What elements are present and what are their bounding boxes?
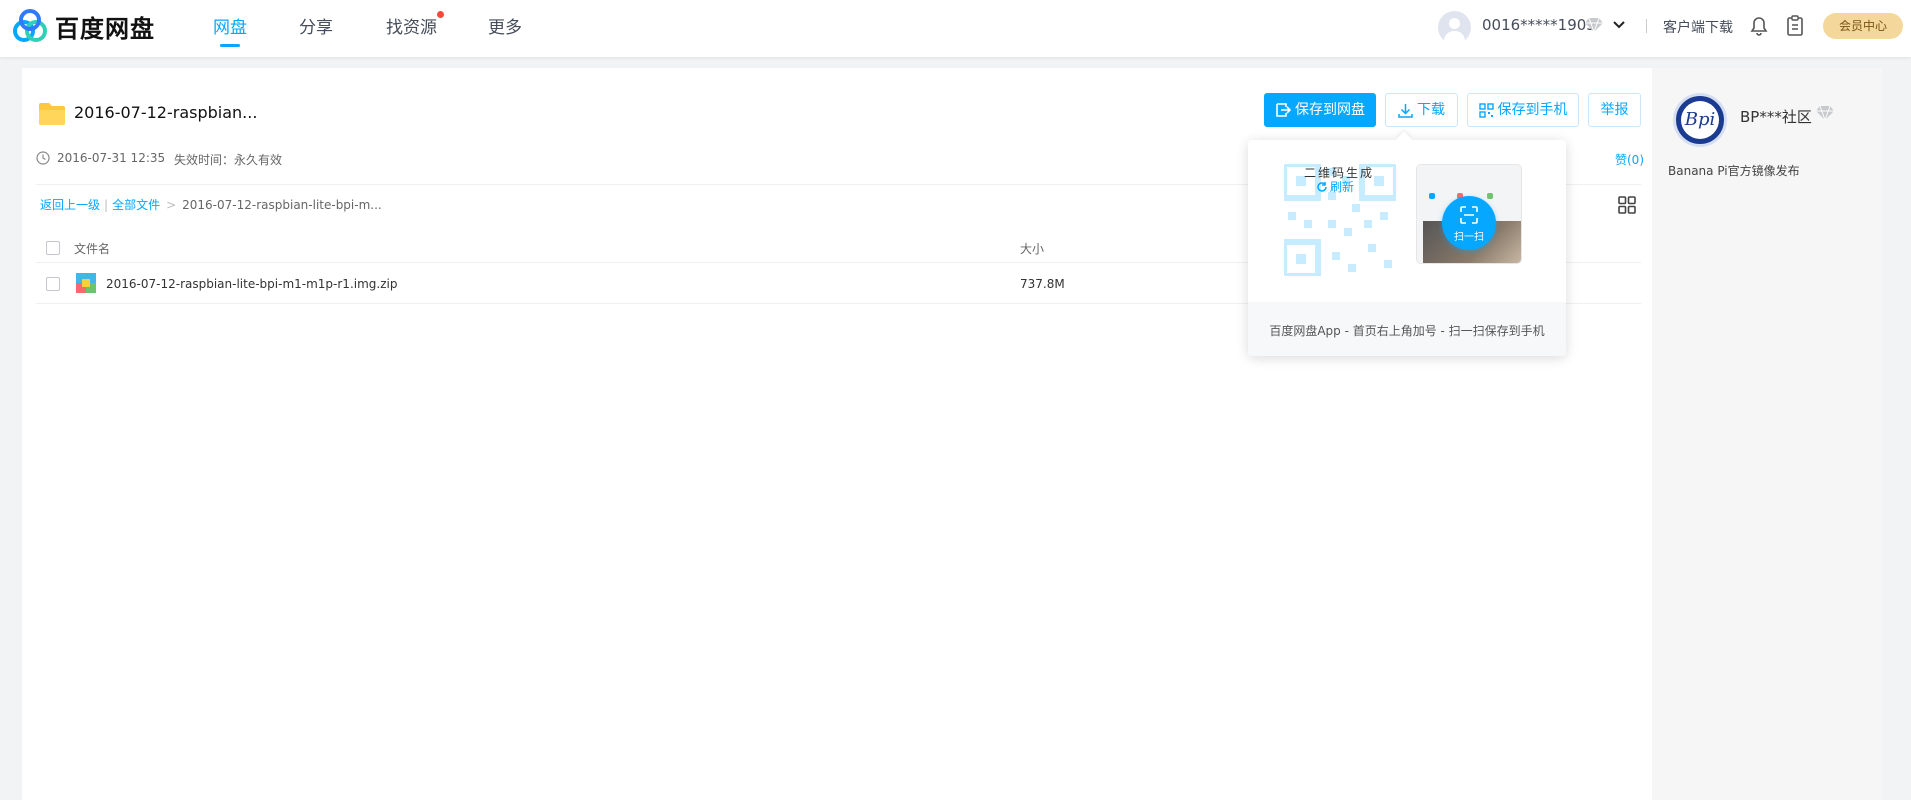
share-expire-time: 失效时间：永久有效 [174, 153, 283, 167]
nav-find-resources[interactable]: 找资源 [386, 13, 437, 38]
qrcode-refresh-link[interactable]: 刷新 [1316, 178, 1354, 195]
save-icon [1276, 103, 1291, 117]
popup-instructions: 百度网盘App - 首页右上角加号 - 扫一扫保存到手机 [1269, 324, 1545, 338]
sharer-name[interactable]: BP***社区 [1740, 106, 1812, 127]
refresh-label: 刷新 [1330, 180, 1355, 194]
breadcrumb-back-link[interactable]: 返回上一级 [40, 196, 100, 213]
popup-arrow [1395, 131, 1413, 149]
top-header: 百度网盘 网盘 分享 找资源 更多 0016*****1903 客户端下载 会员… [0, 0, 1911, 57]
file-name[interactable]: 2016-07-12-raspbian-lite-bpi-m1-m1p-r1.i… [106, 277, 397, 291]
qrcode-icon [1478, 102, 1494, 118]
baidu-cloud-logo-icon [13, 9, 47, 42]
scan-icon [1460, 206, 1478, 224]
breadcrumb-all-files-link[interactable]: 全部文件 [112, 196, 160, 213]
vip-diamond-icon [1585, 17, 1603, 33]
clock-icon [36, 151, 50, 165]
save-to-phone-popup: 二维码生成 刷新 扫一扫 百度网盘App - 首页右上角加号 - 扫一扫保存到手… [1248, 131, 1566, 356]
report-button[interactable]: 举报 [1588, 93, 1641, 127]
breadcrumb-separator: | [104, 197, 109, 212]
grid-view-icon[interactable] [1618, 196, 1636, 214]
logo-text: 百度网盘 [55, 14, 155, 43]
file-size: 737.8M [1020, 277, 1065, 291]
share-create-time: 2016-07-31 12:35 [57, 151, 166, 165]
column-header-name[interactable]: 文件名 [74, 240, 110, 257]
bell-icon[interactable] [1750, 16, 1768, 36]
sharer-avatar[interactable]: Bpi [1673, 93, 1727, 147]
username[interactable]: 0016*****1903 [1482, 16, 1596, 34]
clipboard-icon[interactable] [1786, 15, 1804, 37]
scan-button: 扫一扫 [1442, 196, 1496, 250]
sharer-avatar-logo: Bpi [1681, 101, 1719, 139]
column-header-size[interactable]: 大小 [1020, 240, 1044, 257]
popup-footer: 百度网盘App - 首页右上角加号 - 扫一扫保存到手机 [1248, 302, 1566, 356]
member-center-button[interactable]: 会员中心 [1823, 13, 1903, 39]
refresh-icon [1317, 181, 1327, 192]
select-all-checkbox[interactable] [46, 241, 60, 255]
nav-share[interactable]: 分享 [299, 13, 333, 38]
row-checkbox[interactable] [46, 277, 60, 291]
client-download-link[interactable]: 客户端下载 [1663, 17, 1733, 37]
chevron-down-icon[interactable] [1612, 18, 1626, 32]
save-button-label: 保存到网盘 [1295, 102, 1365, 118]
user-avatar[interactable] [1438, 11, 1471, 44]
breadcrumb-current: 2016-07-12-raspbian-lite-bpi-m... [182, 197, 382, 212]
logo[interactable]: 百度网盘 [10, 9, 155, 43]
share-main-panel: 2016-07-12-raspbian... 保存到网盘 下载 保存到手机 举报… [22, 68, 1652, 800]
vip-diamond-icon [1816, 105, 1834, 121]
sharer-description: Banana Pi官方镜像发布 [1668, 164, 1800, 178]
download-icon [1398, 103, 1413, 118]
save-to-phone-label: 保存到手机 [1497, 102, 1568, 118]
share-title: 2016-07-12-raspbian... [74, 103, 258, 122]
save-to-phone-button[interactable]: 保存到手机 [1467, 93, 1579, 127]
folder-icon [39, 103, 65, 125]
scan-label: 扫一扫 [1454, 232, 1484, 243]
nav-netdisk[interactable]: 网盘 [213, 13, 247, 38]
zip-file-icon [76, 273, 96, 293]
like-button[interactable]: 赞(0) [1615, 151, 1644, 168]
header-divider [1646, 19, 1647, 33]
nav-more[interactable]: 更多 [488, 13, 522, 38]
download-button-label: 下载 [1417, 102, 1445, 118]
nav-active-indicator [220, 44, 240, 47]
notification-dot [437, 11, 444, 18]
save-to-netdisk-button[interactable]: 保存到网盘 [1264, 93, 1376, 127]
download-button[interactable]: 下载 [1385, 93, 1458, 127]
breadcrumb: 返回上一级 | 全部文件 > 2016-07-12-raspbian-lite-… [40, 196, 382, 213]
breadcrumb-chevron: > [166, 197, 177, 212]
